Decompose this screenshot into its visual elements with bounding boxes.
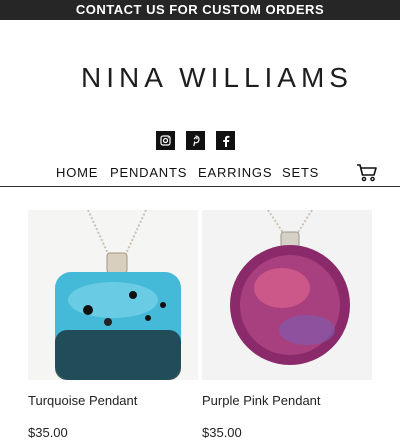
main-nav: HOME PENDANTS EARRINGS SETS	[0, 164, 400, 187]
facebook-icon[interactable]	[216, 131, 235, 150]
brand-logo-text[interactable]: NINA WILLIAMS	[0, 62, 400, 94]
nav-earrings[interactable]: EARRINGS	[198, 165, 272, 180]
contact-banner-text[interactable]: CONTACT US FOR CUSTOM ORDERS	[76, 2, 324, 17]
product-price: $35.00	[28, 425, 68, 440]
instagram-icon[interactable]	[156, 131, 175, 150]
product-title[interactable]: Purple Pink Pendant	[202, 393, 321, 408]
nav-sets[interactable]: SETS	[282, 165, 319, 180]
product-title[interactable]: Turquoise Pendant	[28, 393, 137, 408]
social-links	[156, 131, 235, 150]
pinterest-icon[interactable]	[186, 131, 205, 150]
product-image-turquoise-pendant[interactable]	[28, 210, 198, 380]
cart-icon[interactable]	[356, 163, 378, 188]
contact-banner[interactable]: CONTACT US FOR CUSTOM ORDERS	[0, 0, 400, 20]
product-image-purple-pink-pendant[interactable]	[202, 210, 372, 380]
nav-home[interactable]: HOME	[56, 165, 98, 180]
product-price: $35.00	[202, 425, 242, 440]
nav-pendants[interactable]: PENDANTS	[110, 165, 187, 180]
